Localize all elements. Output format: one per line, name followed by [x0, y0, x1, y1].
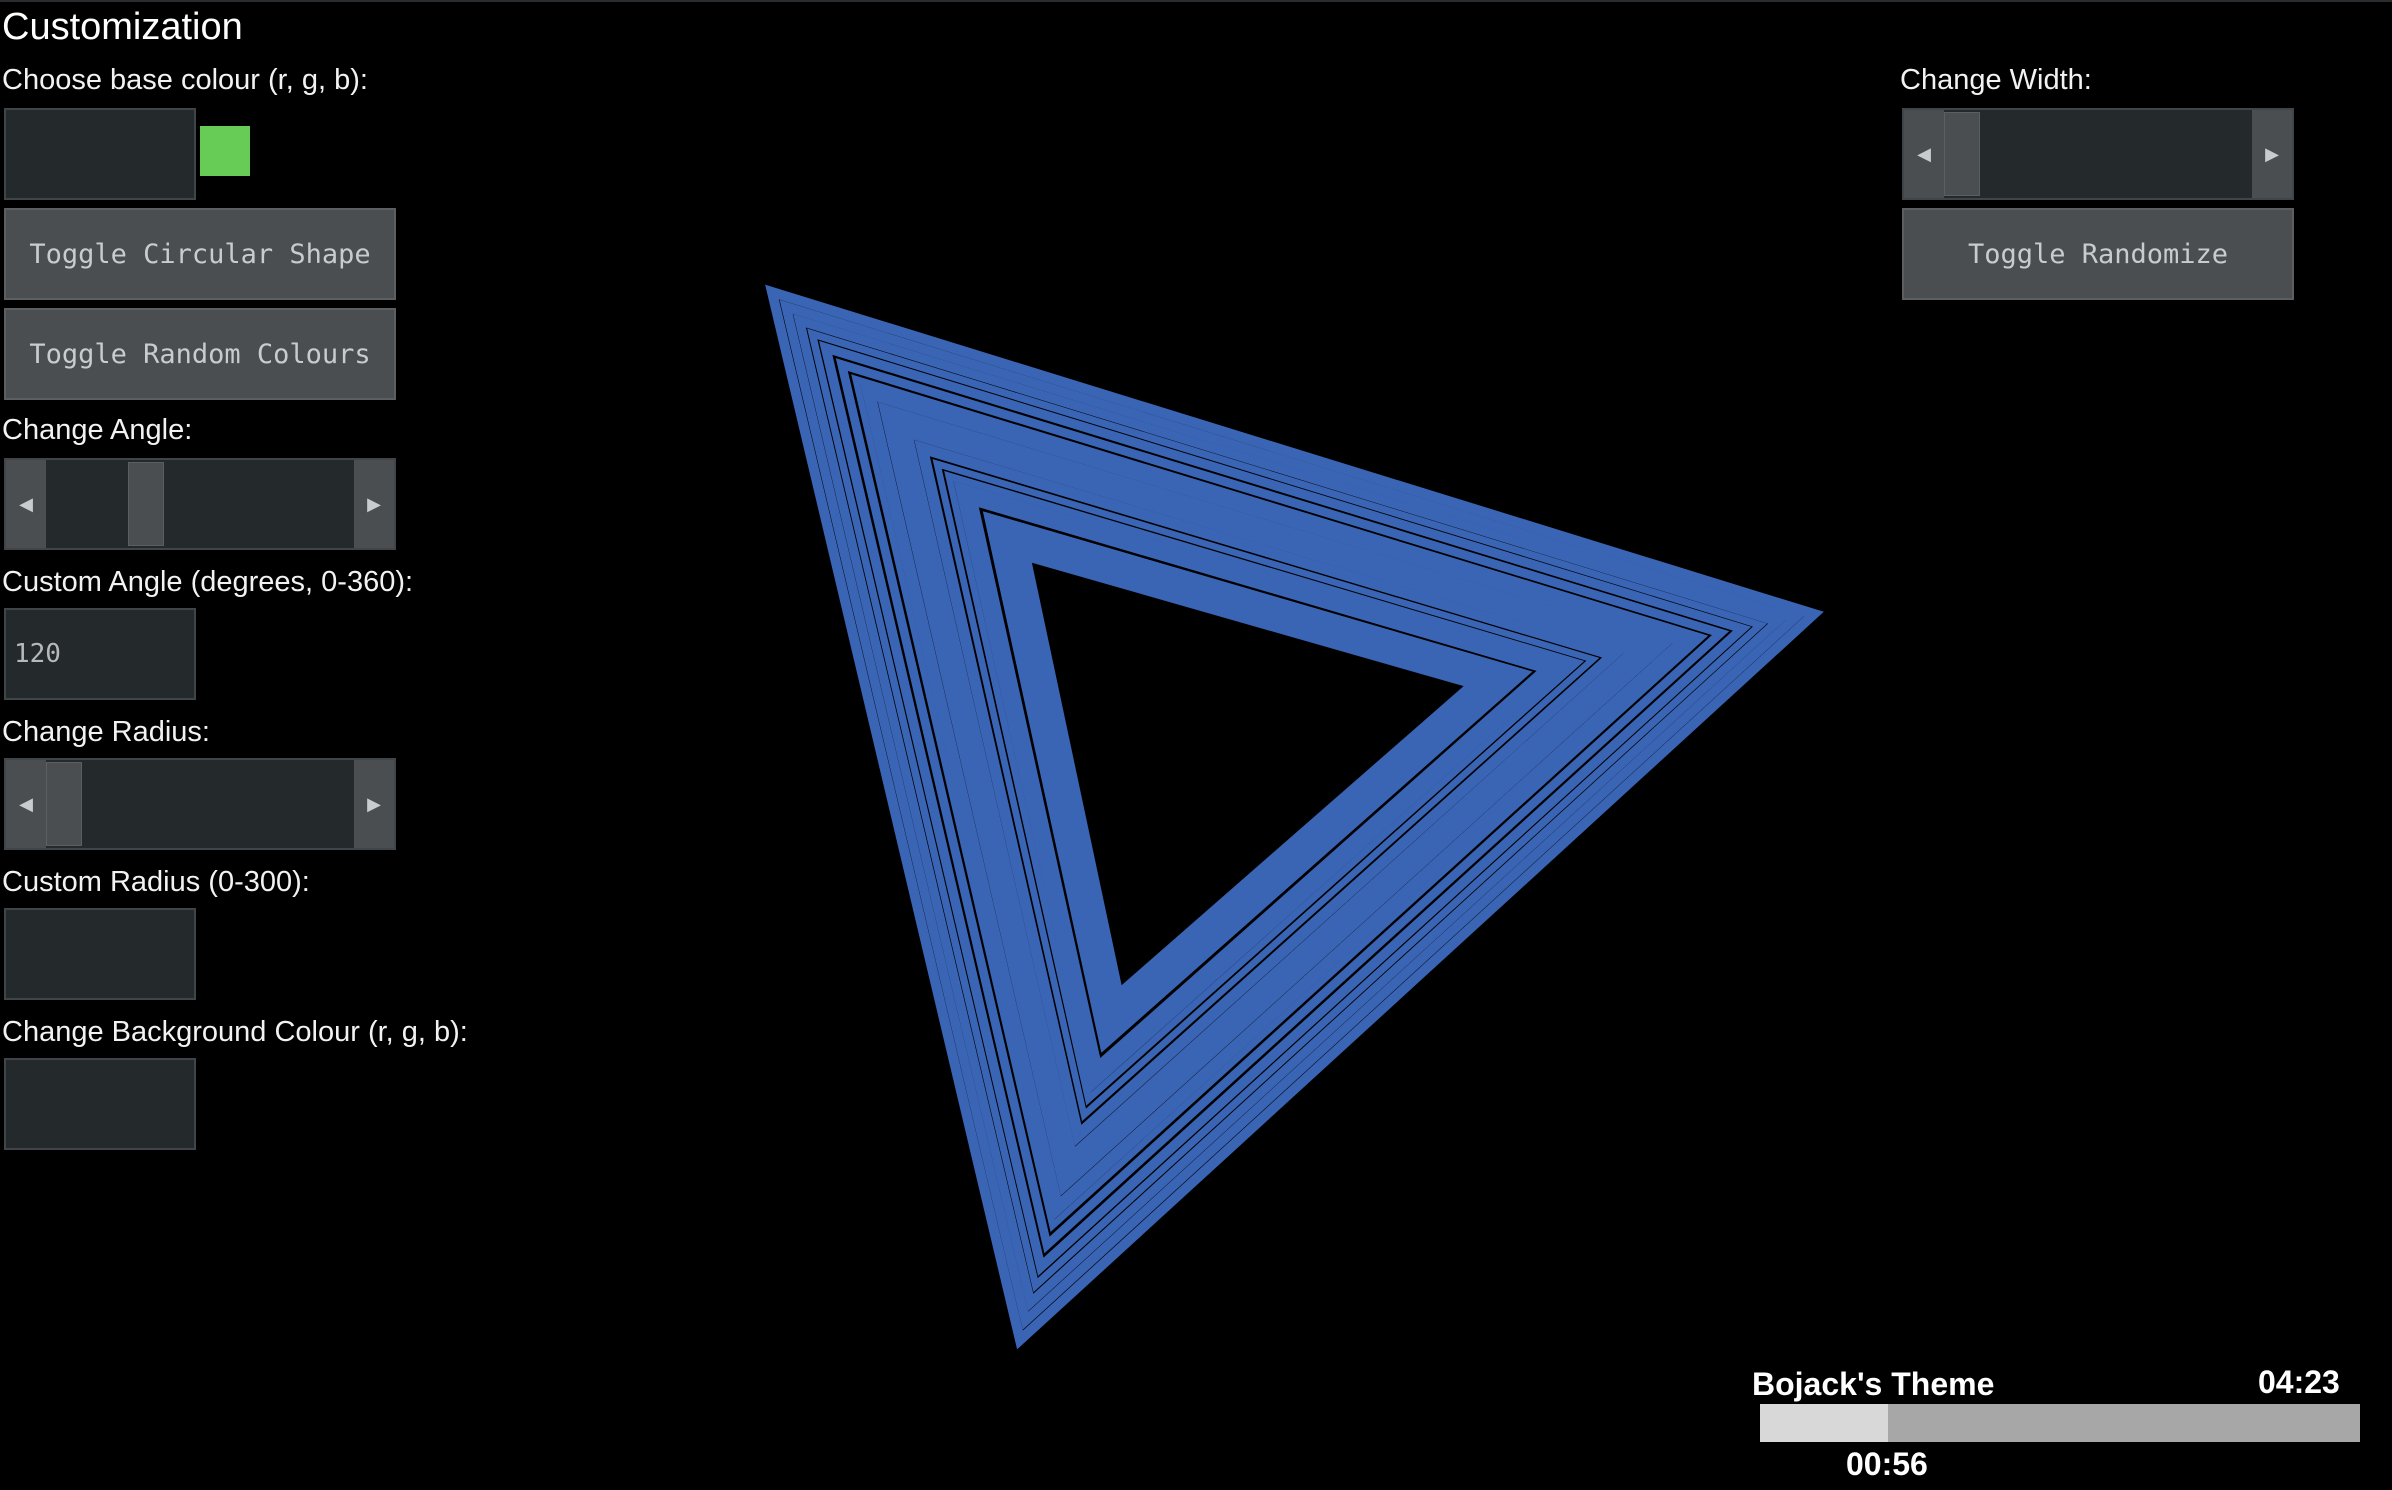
- background-colour-input[interactable]: [4, 1058, 196, 1150]
- width-slider[interactable]: ◀ ▶: [1902, 108, 2294, 200]
- app-root: Customization Choose base colour (r, g, …: [0, 0, 2392, 1490]
- arrow-right-icon[interactable]: ▶: [354, 760, 394, 848]
- triangle-layers: [765, 284, 1824, 1350]
- custom-angle-label: Custom Angle (degrees, 0-360):: [2, 566, 414, 598]
- track-title: Bojack's Theme: [1752, 1366, 1995, 1402]
- angle-slider-thumb[interactable]: [127, 462, 164, 546]
- angle-slider[interactable]: ◀ ▶: [4, 458, 396, 550]
- track-elapsed-time: 00:56: [1846, 1446, 1928, 1482]
- track-total-time: 04:23: [2258, 1364, 2340, 1400]
- toggle-circular-shape-button[interactable]: Toggle Circular Shape: [4, 208, 396, 300]
- arrow-left-icon[interactable]: ◀: [6, 760, 46, 848]
- radius-slider-thumb[interactable]: [46, 762, 82, 846]
- change-angle-label: Change Angle:: [2, 414, 193, 446]
- track-progress-bar[interactable]: [1760, 1404, 2360, 1442]
- base-colour-input[interactable]: [4, 108, 196, 200]
- base-colour-label: Choose base colour (r, g, b):: [2, 64, 368, 96]
- custom-radius-label: Custom Radius (0-300):: [2, 866, 310, 898]
- radius-slider[interactable]: ◀ ▶: [4, 758, 396, 850]
- toggle-randomize-button[interactable]: Toggle Randomize: [1902, 208, 2294, 300]
- width-slider-thumb[interactable]: [1944, 112, 1980, 196]
- change-width-label: Change Width:: [1900, 64, 2092, 96]
- arrow-left-icon[interactable]: ◀: [1904, 110, 1944, 198]
- panel-title: Customization: [2, 6, 243, 48]
- base-colour-swatch: [200, 126, 250, 176]
- track-progress-fill: [1760, 1404, 1888, 1442]
- change-radius-label: Change Radius:: [2, 716, 210, 748]
- custom-angle-input[interactable]: 120: [4, 608, 196, 700]
- arrow-right-icon[interactable]: ▶: [2252, 110, 2292, 198]
- arrow-right-icon[interactable]: ▶: [354, 460, 394, 548]
- arrow-left-icon[interactable]: ◀: [6, 460, 46, 548]
- toggle-random-colours-button[interactable]: Toggle Random Colours: [4, 308, 396, 400]
- custom-radius-input[interactable]: [4, 908, 196, 1000]
- background-colour-label: Change Background Colour (r, g, b):: [2, 1016, 468, 1048]
